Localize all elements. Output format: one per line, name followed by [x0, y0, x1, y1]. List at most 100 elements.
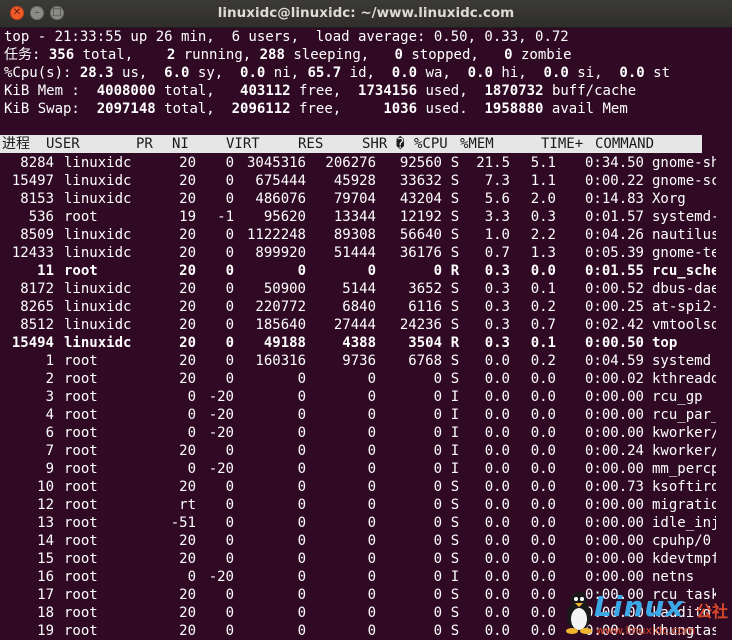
- table-row[interactable]: 1 root 20 0 160316 9736 6768 S 0.0 0.2 0:04.59 syst…: [0, 352, 716, 370]
- table-row[interactable]: 15494 linuxidc 20 0 49188 4388 3504 R 0.3 0.1 0:00…: [0, 334, 716, 352]
- cell-ni: 0: [225, 299, 234, 315]
- cell-ni: 0: [225, 551, 234, 567]
- cell-res: 89308: [333, 227, 376, 243]
- terminal-content[interactable]: top - 21:33:55 up 26 min, 6 users, load …: [0, 28, 732, 640]
- cell-virt: 1122248: [246, 227, 306, 243]
- table-row[interactable]: 16 root 0 -20 0 0 0 I 0.0 0.0 0:00.00 netns: [0, 568, 716, 586]
- table-row[interactable]: 6root0-20000I0.00.00:00.00kworker/0:+: [0, 424, 716, 442]
- cell-shr: 6768: [408, 353, 442, 369]
- table-row[interactable]: 12rootrt0000S0.00.00:00.00migration/0: [0, 496, 716, 514]
- col-time[interactable]: TIME+: [541, 135, 583, 153]
- table-row[interactable]: 10root200000S0.00.00:00.73ksoftirqd/0: [0, 478, 716, 496]
- title-bar[interactable]: ✕ – □ linuxidc@linuxidc: ~/www.linuxidc.…: [0, 0, 732, 28]
- table-row[interactable]: 8509 linuxidc 20 0 1122248 89308 56640 S 1.0 2.2 0…: [0, 226, 716, 244]
- cell-s: S: [450, 227, 460, 243]
- col-pr[interactable]: PR: [136, 135, 153, 153]
- cell-cmd: systemd: [652, 353, 712, 369]
- cell-shr: 0: [433, 407, 442, 423]
- table-row[interactable]: 12433 linuxidc 20 0 899920 51444 36176 S 0.7 1.3 0…: [0, 244, 716, 262]
- cell-virt: 0: [297, 605, 306, 621]
- cell-shr: 0: [433, 425, 442, 441]
- cell-user: root: [64, 497, 98, 513]
- cell-cpu: 0.3: [484, 317, 510, 333]
- table-row[interactable]: 3 root 0 -20 0 0 0 I 0.0 0.0 0:00.00 rcu_gp: [0, 388, 716, 406]
- cell-cpu: 0.3: [484, 263, 510, 279]
- table-row[interactable]: 4root0-20000I0.00.00:00.00rcu_par_gp: [0, 406, 716, 424]
- cell-ni: -20: [208, 461, 234, 477]
- table-row[interactable]: 9root0-20000I0.00.00:00.00mm_percpu_+: [0, 460, 716, 478]
- cell-pid: 19: [37, 623, 54, 639]
- cell-cpu: 0.3: [484, 335, 510, 351]
- cell-ni: 0: [225, 497, 234, 513]
- process-table-header[interactable]: 进程 USER PR NI VIRT RES SHR � %CPU %MEM T…: [0, 135, 702, 153]
- table-row[interactable]: 2 root 20 0 0 0 0 S 0.0 0.0 0:00.02 kthreadd: [0, 370, 716, 388]
- cell-virt: 675444: [255, 173, 306, 189]
- cell-pid: 15494: [11, 335, 54, 351]
- table-row[interactable]: 15root200000S0.00.00:00.00kdevtmpfs: [0, 550, 716, 568]
- cell-cpu: 5.6: [484, 191, 510, 207]
- cell-pid: 6: [45, 425, 54, 441]
- cell-pid: 12433: [11, 245, 54, 261]
- cell-s: I: [450, 425, 460, 441]
- cell-res: 13344: [333, 209, 376, 225]
- cell-mem: 0.7: [530, 317, 556, 333]
- cell-pid: 8153: [20, 191, 54, 207]
- cell-cpu: 0.0: [484, 587, 510, 603]
- cell-res: 0: [367, 587, 376, 603]
- col-command[interactable]: COMMAND: [595, 135, 654, 153]
- cell-cmd: cpuhp/0: [652, 533, 712, 549]
- cell-cmd: rcu_par_gp: [652, 407, 716, 423]
- cell-res: 0: [367, 461, 376, 477]
- cell-time: 0:00.00: [584, 461, 644, 477]
- cell-s: S: [450, 605, 460, 621]
- tasks-sleeping: 288: [259, 47, 285, 63]
- cell-mem: 0.1: [530, 335, 556, 351]
- cell-shr: 0: [433, 623, 442, 639]
- cell-time: 0:00.00: [584, 497, 644, 513]
- table-row[interactable]: 8265 linuxidc 20 0 220772 6840 6116 S 0.3 0.2 0:00…: [0, 298, 716, 316]
- cell-s: S: [450, 551, 460, 567]
- cell-time: 0:00.00: [584, 389, 644, 405]
- cell-mem: 0.0: [530, 263, 556, 279]
- col-user[interactable]: USER: [46, 135, 80, 153]
- table-row[interactable]: 8284 linuxidc 20 0 3045316 206276 92560 S 21.5 5.…: [0, 154, 716, 172]
- cell-ni: -20: [208, 569, 234, 585]
- col-cpu[interactable]: %CPU: [414, 135, 448, 153]
- cell-s: S: [450, 371, 460, 387]
- cell-cpu: 0.0: [484, 407, 510, 423]
- cell-ni: 0: [225, 245, 234, 261]
- cell-res: 0: [367, 497, 376, 513]
- cell-time: 0:14.83: [584, 191, 644, 207]
- cell-pid: 17: [37, 587, 54, 603]
- cpu-hi: 0.0: [467, 65, 493, 81]
- table-row[interactable]: 7root200000I0.00.00:00.24kworker/0:+: [0, 442, 716, 460]
- cell-virt: 0: [297, 389, 306, 405]
- col-virt[interactable]: VIRT: [226, 135, 260, 153]
- cell-pr: 20: [179, 551, 196, 567]
- cell-user: linuxidc: [64, 191, 132, 207]
- table-row[interactable]: 8172 linuxidc 20 0 50900 5144 3652 S 0.3 0.1 0:00.…: [0, 280, 716, 298]
- cell-cpu: 1.0: [484, 227, 510, 243]
- cell-s: S: [450, 299, 460, 315]
- col-ni[interactable]: NI: [172, 135, 189, 153]
- cell-mem: 0.0: [530, 443, 556, 459]
- cell-shr: 6116: [408, 299, 442, 315]
- cell-pr: 20: [179, 353, 196, 369]
- table-row[interactable]: 8153 linuxidc 20 0 486076 79704 43204 S 5.6 2.0 0:…: [0, 190, 716, 208]
- table-row[interactable]: 8512 linuxidc 20 0 185640 27444 24236 S 0.3 0.7 0:…: [0, 316, 716, 334]
- table-row[interactable]: 536 root 19 -1 95620 13344 12192 S 3.3 0.3 0:01.57…: [0, 208, 716, 226]
- cell-user: root: [64, 623, 98, 639]
- cell-pid: 14: [37, 533, 54, 549]
- swap-label: KiB Swap:: [4, 101, 80, 117]
- cell-user: linuxidc: [64, 227, 132, 243]
- cell-user: root: [64, 515, 98, 531]
- swap-line: KiB Swap: 2097148 total, 2096112 free, 1…: [4, 101, 628, 117]
- col-res[interactable]: RES: [298, 135, 323, 153]
- table-row[interactable]: 15497 linuxidc 20 0 675444 45928 33632 S 7.3 1.1 0…: [0, 172, 716, 190]
- table-row[interactable]: 14 root 20 0 0 0 0 S 0.0 0.0 0:00.00 cpuhp/0: [0, 532, 716, 550]
- table-row[interactable]: 13root-510000S0.00.00:00.00idle_injec+: [0, 514, 716, 532]
- col-mem[interactable]: %MEM: [460, 135, 494, 153]
- col-shr[interactable]: SHR: [362, 135, 387, 153]
- col-pid[interactable]: 进程: [2, 135, 30, 153]
- table-row[interactable]: 11root200000R0.30.00:01.55rcu_sched: [0, 262, 716, 280]
